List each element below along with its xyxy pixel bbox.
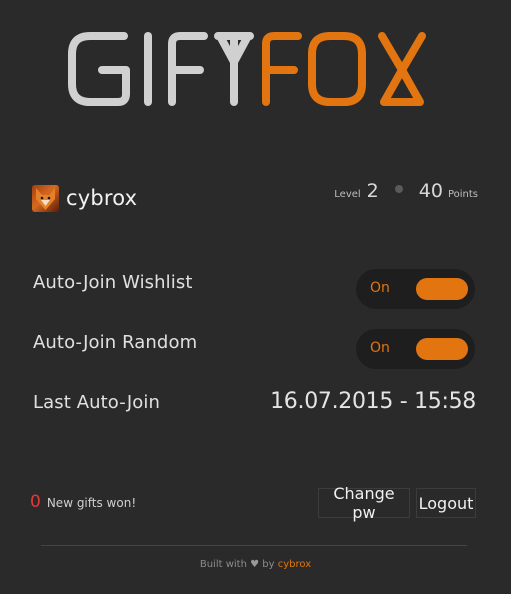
gifts-won-text: New gifts won! [46, 496, 137, 510]
footer: Built with ♥ by cybrox [0, 559, 511, 570]
separator-dot [394, 185, 403, 193]
last-autojoin-value: 16.07.2015 - 15:58 [270, 389, 476, 414]
avatar [32, 184, 59, 212]
heart-icon: ♥ [250, 559, 260, 570]
random-label: Auto-Join Random [33, 332, 198, 353]
footer-by: by [262, 559, 275, 570]
points-label: Points [447, 189, 478, 200]
username: cybrox [66, 186, 138, 210]
wishlist-toggle-state: On [370, 280, 390, 296]
user-info: cybrox [32, 183, 137, 213]
random-toggle-state: On [370, 340, 390, 356]
gifts-won: 0 New gifts won! [30, 492, 136, 512]
giftfox-logo [68, 32, 426, 106]
fox-avatar-icon [36, 187, 55, 210]
random-toggle-switch[interactable] [416, 338, 468, 360]
random-toggle[interactable]: On [356, 329, 475, 369]
level-label: Level [334, 189, 361, 200]
footer-prefix: Built with [199, 559, 247, 570]
last-autojoin-label: Last Auto-Join [33, 392, 160, 413]
footer-author-link[interactable]: cybrox [278, 559, 311, 570]
logout-button[interactable]: Logout [416, 488, 476, 518]
wishlist-toggle[interactable]: On [356, 269, 475, 309]
gifts-won-count: 0 [30, 492, 41, 512]
logo-fox [262, 32, 426, 106]
logo-gift [68, 32, 254, 106]
wishlist-toggle-switch[interactable] [416, 278, 468, 300]
wishlist-label: Auto-Join Wishlist [33, 272, 193, 293]
user-stats: Level 2 40 Points [334, 180, 478, 202]
level-value: 2 [366, 180, 379, 202]
footer-divider [41, 545, 467, 546]
points-value: 40 [418, 180, 443, 202]
change-password-button[interactable]: Change pw [318, 484, 410, 522]
